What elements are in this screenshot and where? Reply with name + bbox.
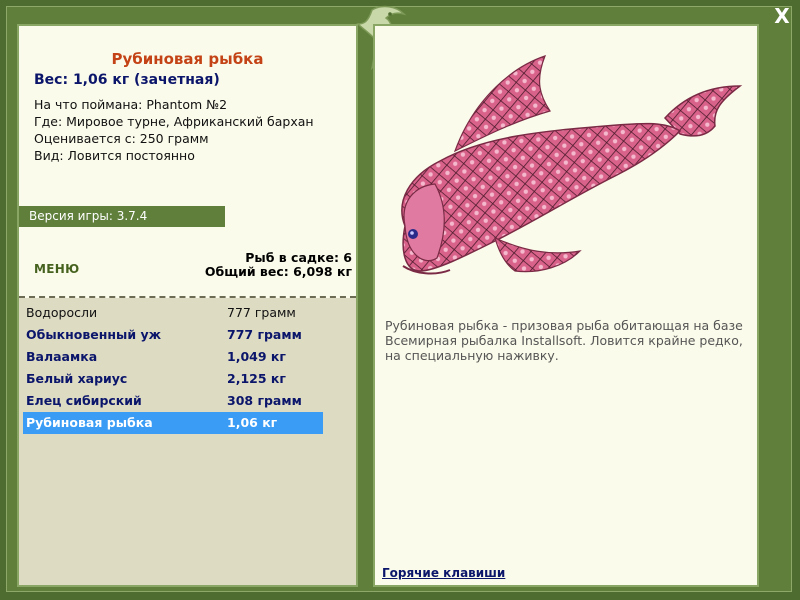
close-button[interactable]: X [770,4,794,28]
info-kind: Вид: Ловится постоянно [34,148,195,163]
catch-name: Елец сибирский [26,393,142,408]
catch-weight: 2,125 кг [227,371,286,386]
list-item[interactable]: Обыкновенный уж 777 грамм [23,324,323,346]
catch-weight: 308 грамм [227,393,302,408]
fish-title: Рубиновая рыбка [111,50,264,68]
info-bait: На что поймана: Phantom №2 [34,97,228,112]
catch-name: Рубиновая рыбка [26,415,153,430]
catch-weight: 1,06 кг [227,415,278,430]
fish-weight: Вес: 1,06 кг (зачетная) [34,72,220,88]
info-location: Где: Мировое турне, Африканский бархан [34,114,314,129]
menu-button[interactable]: МЕНЮ [34,262,79,276]
list-item[interactable]: Елец сибирский 308 грамм [23,390,323,412]
catch-weight: 777 грамм [227,305,296,320]
ruby-fish-picture-icon [401,55,743,275]
catch-list: Водоросли 777 грамм Обыкновенный уж 777 … [19,298,356,585]
hotkeys-link[interactable]: Горячие клавиши [382,566,505,580]
list-item[interactable]: Белый хариус 2,125 кг [23,368,323,390]
description-line: Всемирная рыбалка Installsoft. Ловится к… [385,333,743,348]
info-min-weight: Оценивается с: 250 грамм [34,131,209,146]
dashed-divider [19,296,356,298]
keepnet-count: Рыб в садке: 6 [245,250,352,265]
catch-weight: 1,049 кг [227,349,286,364]
keepnet-total-weight: Общий вес: 6,098 кг [204,264,352,279]
description-line: Рубиновая рыбка - призовая рыба обитающа… [385,318,743,333]
description-line: на специальную наживку. [385,348,559,363]
list-item[interactable]: Валаамка 1,049 кг [23,346,323,368]
keepnet-stats: Рыб в садке: 6 Общий вес: 6,098 кг [205,251,352,279]
catch-name: Белый хариус [26,371,128,386]
fish-description: Рубиновая рыбка - призовая рыба обитающа… [385,318,755,363]
catch-name: Водоросли [26,305,98,320]
catch-weight: 777 грамм [227,327,302,342]
catch-name: Валаамка [26,349,98,364]
catch-info-panel: Рубиновая рыбка Вес: 1,06 кг (зачетная) … [17,24,358,587]
fish-detail-panel: Рубиновая рыбка - призовая рыба обитающа… [373,24,759,587]
catch-name: Обыкновенный уж [26,327,162,342]
game-version: Версия игры: 3.7.4 [19,206,225,227]
list-item-selected[interactable]: Рубиновая рыбка 1,06 кг [23,412,323,434]
list-item[interactable]: Водоросли 777 грамм [23,302,323,324]
